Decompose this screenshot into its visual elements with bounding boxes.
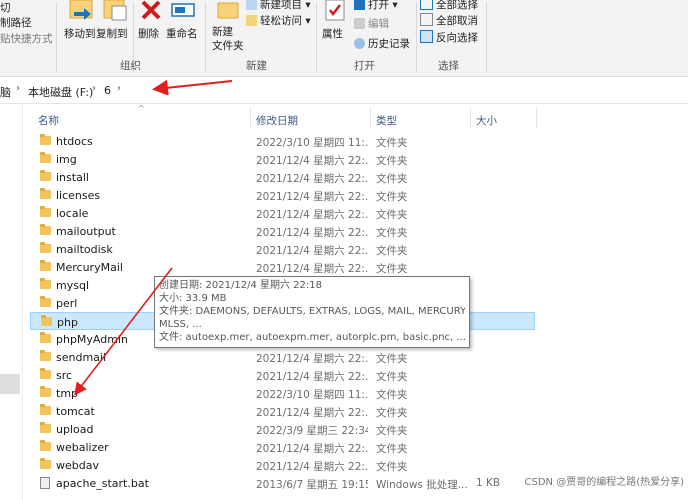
arrow-to-tmp [74,267,173,396]
annotation-arrows [74,79,233,396]
watermark: CSDN @贾哥的编程之路(热爱分享) [524,477,685,488]
arrow-to-address [152,79,233,96]
